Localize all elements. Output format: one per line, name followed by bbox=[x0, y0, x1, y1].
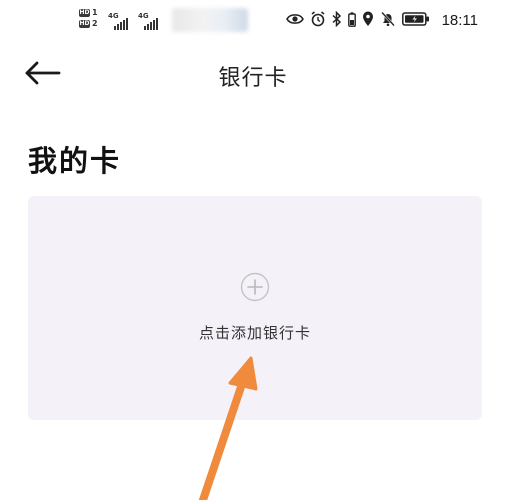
mute-bell-icon bbox=[381, 11, 395, 27]
nav-bar: 银行卡 bbox=[0, 48, 506, 98]
my-cards-heading: 我的卡 bbox=[28, 144, 122, 178]
battery-small-icon bbox=[348, 11, 356, 27]
signal-sim1-icon: 4G bbox=[108, 12, 130, 30]
page-title: 银行卡 bbox=[218, 66, 288, 91]
status-bar: HD 1 HD 2 4G 4G 18:11 bbox=[0, 0, 506, 40]
status-icon-group bbox=[286, 11, 430, 27]
hd-badge-sim1: HD bbox=[79, 9, 90, 17]
hd-badge-sim2: HD bbox=[79, 20, 90, 28]
add-bank-card-button[interactable]: 点击添加银行卡 bbox=[28, 196, 482, 420]
battery-icon bbox=[402, 12, 429, 26]
bank-cards-screen: HD 1 HD 2 4G 4G 18:11 银行卡 我的卡 点击添加银行卡 bbox=[0, 0, 506, 500]
alarm-icon bbox=[311, 11, 325, 27]
plus-circle-icon bbox=[240, 272, 270, 302]
signal-sim2-icon: 4G bbox=[138, 12, 160, 30]
sim2-number: 2 bbox=[92, 19, 98, 28]
bluetooth-icon bbox=[332, 11, 342, 27]
blurred-status-area bbox=[172, 8, 248, 32]
sim-indicators: HD 1 HD 2 bbox=[79, 8, 98, 31]
sim1-number: 1 bbox=[92, 8, 98, 17]
add-bank-card-label: 点击添加银行卡 bbox=[198, 324, 311, 342]
eye-icon bbox=[286, 14, 304, 24]
status-time: 18:11 bbox=[441, 12, 478, 29]
location-icon bbox=[363, 11, 373, 26]
